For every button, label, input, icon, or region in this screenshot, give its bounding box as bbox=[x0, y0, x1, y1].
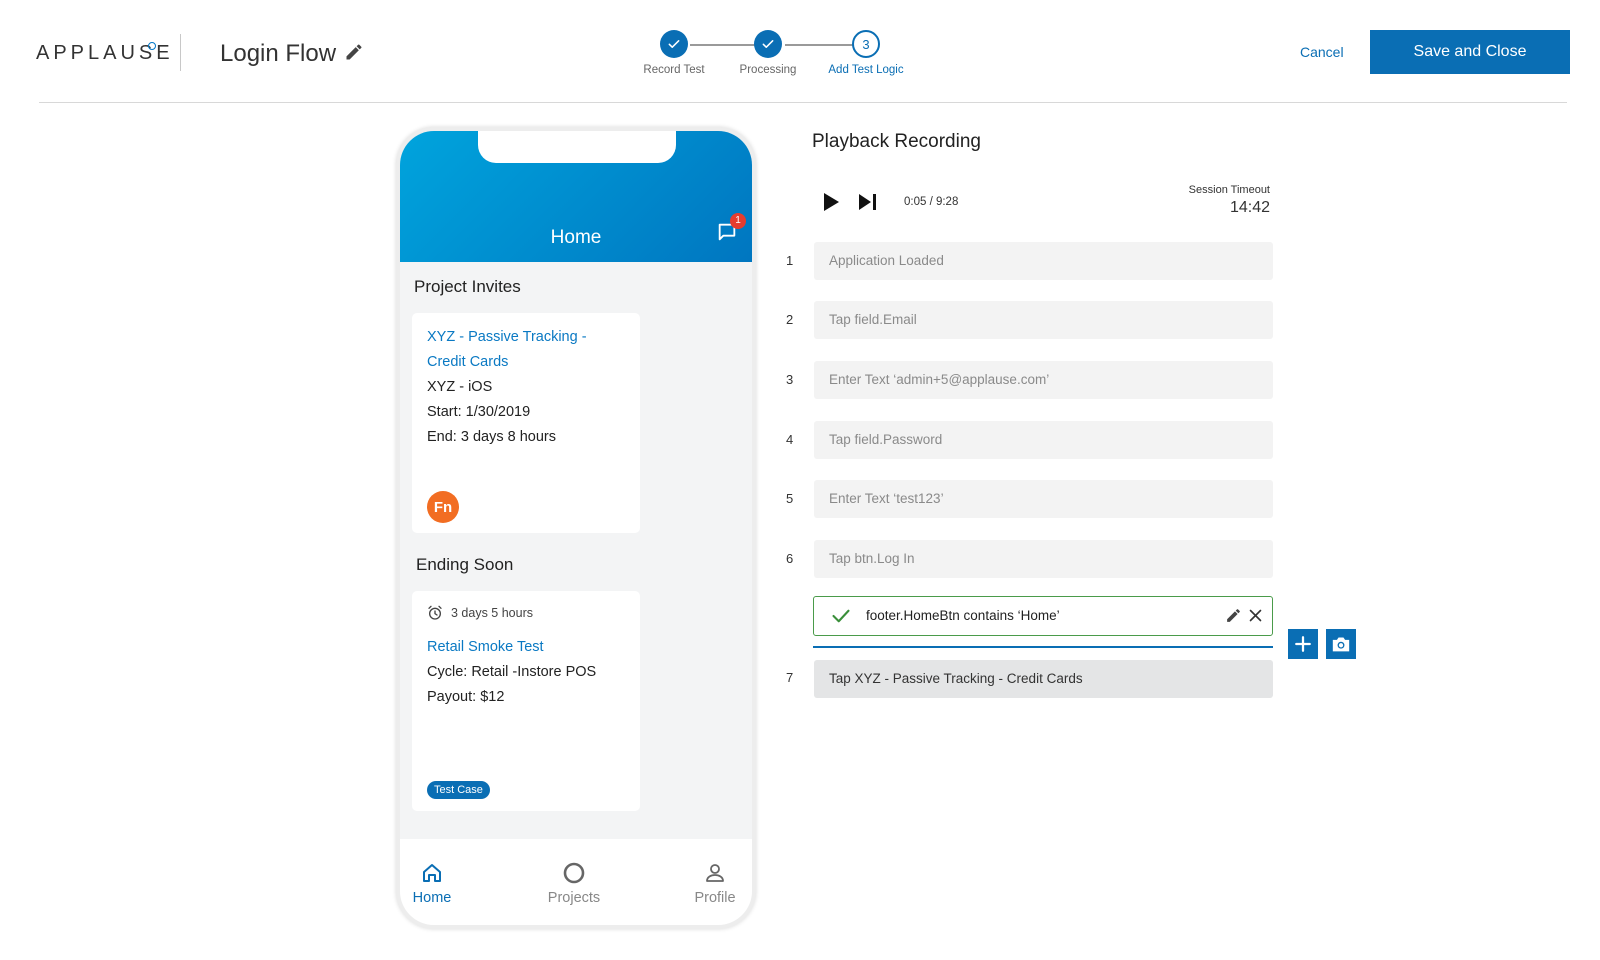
step-field[interactable]: Enter Text ‘admin+5@applause.com’ bbox=[814, 361, 1273, 399]
step-add-test-logic: 3 Add Test Logic bbox=[816, 30, 916, 76]
step-number: 4 bbox=[786, 432, 794, 447]
edit-title-icon[interactable] bbox=[344, 42, 364, 62]
timer-text: 3 days 5 hours bbox=[451, 606, 533, 620]
person-icon bbox=[706, 864, 724, 882]
header-separator bbox=[180, 34, 181, 71]
step-record-test: Record Test bbox=[624, 30, 724, 76]
notification-badge: 1 bbox=[730, 213, 746, 229]
playback-time: 0:05 / 9:28 bbox=[904, 196, 959, 208]
check-icon bbox=[832, 609, 850, 623]
step-processing: Processing bbox=[718, 30, 818, 76]
check-icon bbox=[660, 30, 688, 58]
phone-tabbar: Home Projects Profile bbox=[400, 839, 752, 925]
step-label: Add Test Logic bbox=[828, 64, 904, 76]
test-case-tag[interactable]: Test Case bbox=[427, 781, 490, 799]
phone-notch bbox=[478, 131, 676, 163]
avatar: Fn bbox=[427, 491, 459, 523]
invite-start: Start: 1/30/2019 bbox=[427, 404, 531, 420]
header-divider bbox=[39, 102, 1567, 103]
step-number: 6 bbox=[786, 551, 794, 566]
phone-app-header: Home 1 bbox=[400, 131, 752, 262]
project-link[interactable]: Retail Smoke Test bbox=[427, 635, 625, 660]
step-number: 3 bbox=[786, 372, 794, 387]
play-icon[interactable] bbox=[822, 192, 840, 212]
tab-label: Home bbox=[412, 890, 452, 906]
screenshot-button[interactable] bbox=[1326, 629, 1356, 659]
timer-row: 3 days 5 hours bbox=[427, 605, 625, 621]
alarm-clock-icon bbox=[428, 605, 442, 620]
section-title-ending: Ending Soon bbox=[416, 555, 514, 574]
circle-icon bbox=[563, 862, 585, 884]
step-field[interactable]: Application Loaded bbox=[814, 242, 1273, 280]
home-icon bbox=[423, 864, 441, 882]
invite-card[interactable]: XYZ - Passive Tracking - Credit Cards XY… bbox=[412, 313, 640, 533]
tab-label: Projects bbox=[547, 890, 601, 906]
progress-stepper: Record Test Processing 3 Add Test Logic bbox=[640, 30, 930, 90]
edit-icon[interactable] bbox=[1225, 607, 1242, 624]
phone-screen-title: Home bbox=[550, 227, 602, 248]
step-number: 7 bbox=[786, 670, 794, 685]
section-title-invites: Project Invites bbox=[414, 277, 521, 296]
step-field[interactable]: Tap XYZ - Passive Tracking - Credit Card… bbox=[814, 660, 1273, 698]
step-label: Processing bbox=[739, 64, 797, 76]
session-timeout-value: 14:42 bbox=[1229, 199, 1270, 216]
ending-card[interactable]: 3 days 5 hours Retail Smoke Test Cycle: … bbox=[412, 591, 640, 811]
add-step-button[interactable] bbox=[1288, 629, 1318, 659]
check-icon bbox=[754, 30, 782, 58]
assertion-text: footer.HomeBtn contains ‘Home’ bbox=[866, 608, 1060, 623]
project-cycle: Cycle: Retail -Instore POS bbox=[427, 664, 597, 680]
camera-icon bbox=[1332, 637, 1350, 652]
phone-preview: Home 1 Project Invites XYZ - Passive Tra… bbox=[396, 127, 756, 929]
step-label: Record Test bbox=[643, 64, 705, 76]
page-title: Login Flow bbox=[220, 40, 337, 67]
step-field[interactable]: Enter Text ‘test123’ bbox=[814, 480, 1273, 518]
step-field[interactable]: Tap btn.Log In bbox=[814, 540, 1273, 578]
tab-label: Profile bbox=[694, 890, 736, 906]
assertion-row[interactable]: footer.HomeBtn contains ‘Home’ bbox=[813, 596, 1273, 636]
tab-profile[interactable]: Profile bbox=[675, 861, 752, 906]
app-header: APPLAUSE Login Flow Record Test Processi… bbox=[0, 0, 1600, 103]
invite-platform: XYZ - iOS bbox=[427, 379, 493, 395]
invite-link[interactable]: XYZ - Passive Tracking - bbox=[427, 325, 625, 350]
close-icon[interactable] bbox=[1248, 608, 1263, 623]
tab-home[interactable]: Home bbox=[400, 861, 472, 906]
plus-icon bbox=[1295, 636, 1311, 652]
save-and-close-button[interactable]: Save and Close bbox=[1370, 30, 1570, 74]
tab-projects[interactable]: Projects bbox=[534, 861, 614, 906]
step-number: 2 bbox=[786, 312, 794, 327]
step-field[interactable]: Tap field.Password bbox=[814, 421, 1273, 459]
step-number: 5 bbox=[786, 491, 794, 506]
logo-dot-icon bbox=[148, 42, 156, 50]
skip-next-icon[interactable] bbox=[858, 193, 878, 211]
project-payout: Payout: $12 bbox=[427, 689, 505, 705]
session-timeout-label: Session Timeout bbox=[1188, 184, 1270, 196]
step-number: 3 bbox=[852, 30, 880, 58]
step-field[interactable]: Tap field.Email bbox=[814, 301, 1273, 339]
step-number: 1 bbox=[786, 253, 794, 268]
cancel-button[interactable]: Cancel bbox=[1300, 44, 1344, 60]
insertion-line bbox=[813, 646, 1273, 648]
invite-end: End: 3 days 8 hours bbox=[427, 429, 556, 445]
playback-title: Playback Recording bbox=[812, 131, 981, 152]
invite-link[interactable]: Credit Cards bbox=[427, 350, 625, 375]
